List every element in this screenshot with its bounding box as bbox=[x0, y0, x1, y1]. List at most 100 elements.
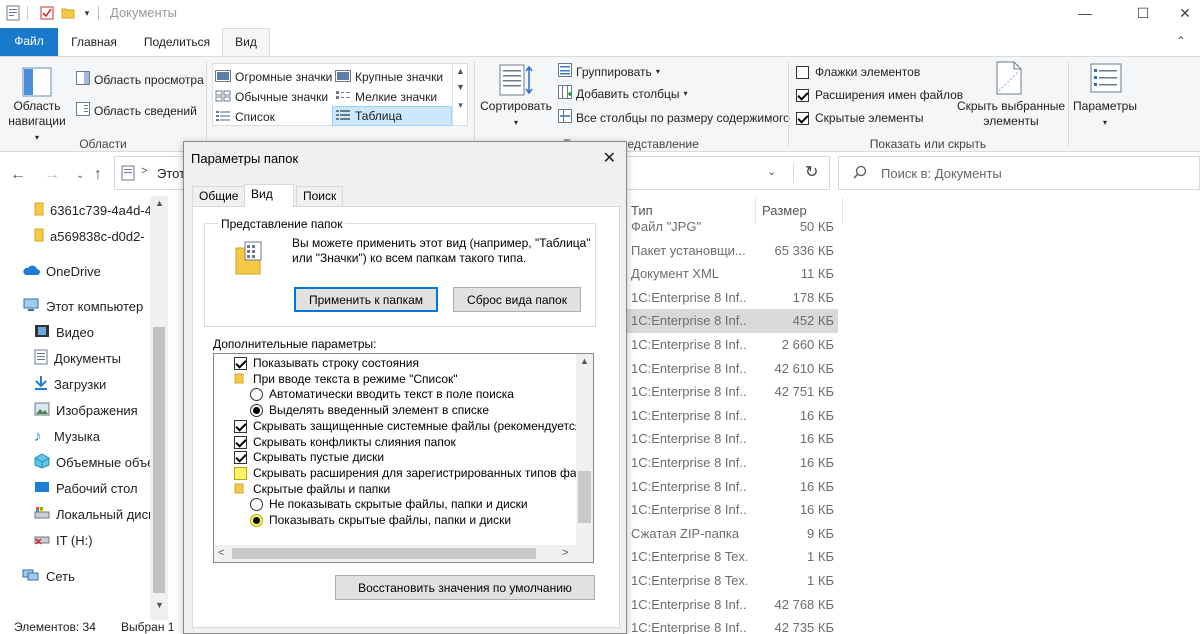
nav-item-video[interactable]: Видео bbox=[34, 320, 150, 344]
nav-item-this-pc[interactable]: Этот компьютер bbox=[22, 294, 150, 318]
setting-item[interactable]: Выделять введенный элемент в списке bbox=[250, 402, 489, 418]
scroll-thumb[interactable] bbox=[153, 327, 165, 593]
scroll-thumb[interactable] bbox=[232, 548, 536, 559]
restore-defaults-button[interactable]: Восстановить значения по умолчанию bbox=[335, 575, 595, 600]
setting-radio[interactable] bbox=[250, 387, 263, 401]
refresh-icon[interactable]: ↻ bbox=[805, 162, 818, 182]
tab-share[interactable]: Поделиться bbox=[138, 29, 216, 56]
advanced-horizontal-scrollbar[interactable]: < > bbox=[214, 545, 578, 562]
group-by-button[interactable]: Группировать ▾ bbox=[558, 63, 660, 80]
setting-item[interactable]: Не показывать скрытые файлы, папки и дис… bbox=[250, 496, 528, 512]
search-input[interactable]: Поиск в: Документы bbox=[838, 156, 1200, 190]
sort-button[interactable]: Сортировать ▾ bbox=[480, 99, 552, 130]
apply-to-folders-button[interactable]: Применить к папкам bbox=[294, 287, 438, 312]
hidden-items-checkbox[interactable] bbox=[796, 111, 809, 125]
setting-item[interactable]: Автоматически вводить текст в поле поиск… bbox=[250, 386, 514, 402]
nav-item-local-disk[interactable]: Локальный диск bbox=[34, 502, 150, 526]
file-row[interactable]: 1C:Enterprise 8 Inf... 16 КБ bbox=[626, 475, 838, 499]
item-checkboxes-checkbox[interactable] bbox=[796, 65, 809, 79]
hidden-items-toggle[interactable]: Скрытые элементы bbox=[796, 111, 924, 125]
setting-checkbox[interactable] bbox=[234, 356, 247, 370]
layout-list[interactable]: Список bbox=[213, 107, 333, 127]
properties-icon[interactable] bbox=[4, 3, 22, 23]
file-row[interactable]: 1C:Enterprise 8 Inf... 16 КБ bbox=[626, 427, 838, 451]
recent-chevron-icon[interactable]: ⌄ bbox=[76, 170, 84, 181]
setting-checkbox[interactable] bbox=[234, 466, 247, 480]
setting-item[interactable]: Показывать скрытые файлы, папки и диски bbox=[250, 512, 511, 528]
back-arrow-icon[interactable]: ← bbox=[10, 166, 26, 184]
item-checkboxes-toggle[interactable]: Флажки элементов bbox=[796, 65, 920, 79]
setting-item[interactable]: Скрывать защищенные системные файлы (рек… bbox=[234, 418, 585, 434]
reset-folders-button[interactable]: Сброс вида папок bbox=[453, 287, 581, 312]
scroll-up-icon[interactable]: ▲ bbox=[580, 356, 589, 366]
file-row[interactable]: 1C:Enterprise 8 Inf... 16 КБ bbox=[626, 404, 838, 428]
nav-item-music[interactable]: ♪ Музыка bbox=[34, 424, 150, 448]
setting-radio[interactable] bbox=[250, 497, 263, 511]
layout-large-icons[interactable]: Крупные значки bbox=[333, 67, 453, 87]
file-row[interactable]: 1C:Enterprise 8 Inf... 42 610 КБ bbox=[626, 357, 838, 381]
tab-view[interactable]: Вид bbox=[222, 28, 270, 57]
gallery-scroll[interactable]: ▲ ▼ ▾ bbox=[452, 63, 468, 126]
minimize-button[interactable]: — bbox=[1062, 0, 1108, 26]
hide-selected-button[interactable]: Скрыть выбранные элементы bbox=[956, 99, 1066, 129]
layout-details[interactable]: Таблица bbox=[332, 106, 452, 126]
setting-item[interactable]: Скрывать пустые диски bbox=[234, 449, 384, 465]
tab-home[interactable]: Главная bbox=[64, 29, 124, 56]
nav-item-network[interactable]: Сеть bbox=[22, 564, 150, 588]
layout-medium-icons[interactable]: Обычные значки bbox=[213, 87, 333, 107]
file-row[interactable]: Файл "JPG" 50 КБ bbox=[626, 215, 838, 239]
gallery-down-icon[interactable]: ▼ bbox=[453, 79, 468, 95]
preview-pane-button[interactable]: Область просмотра bbox=[76, 71, 204, 88]
address-dropdown-icon[interactable]: ⌄ bbox=[767, 165, 776, 178]
up-arrow-icon[interactable]: ↑ bbox=[94, 166, 102, 184]
file-row[interactable]: 1C:Enterprise 8 Inf... 2 660 КБ bbox=[626, 333, 838, 357]
setting-checkbox[interactable] bbox=[234, 435, 247, 449]
forward-arrow-icon[interactable]: → bbox=[44, 166, 60, 184]
nav-item-pictures[interactable]: Изображения bbox=[34, 398, 150, 422]
nav-item-folder-1[interactable]: 6361c739-4a4d-4 bbox=[34, 198, 150, 222]
close-window-button[interactable]: ✕ bbox=[1162, 0, 1200, 26]
tab-search[interactable]: Поиск bbox=[296, 186, 344, 206]
file-row[interactable]: 1C:Enterprise 8 Tex... 1 КБ bbox=[626, 569, 838, 593]
scroll-down-icon[interactable]: ▼ bbox=[155, 600, 164, 610]
customize-toolbar-icon[interactable]: ▾ bbox=[80, 3, 94, 23]
scroll-right-icon[interactable]: > bbox=[562, 547, 568, 559]
collapse-ribbon-icon[interactable]: ⌃ bbox=[1176, 34, 1186, 48]
nav-item-network-drive[interactable]: IT (H:) bbox=[34, 528, 150, 552]
nav-item-3d-objects[interactable]: Объемные объекты bbox=[34, 450, 150, 474]
scroll-up-icon[interactable]: ▲ bbox=[155, 198, 164, 208]
dialog-close-button[interactable]: ✕ bbox=[603, 148, 616, 168]
setting-item[interactable]: Скрывать расширения для зарегистрированн… bbox=[234, 465, 593, 481]
setting-item[interactable]: Скрывать конфликты слияния папок bbox=[234, 434, 456, 450]
fit-columns-button[interactable]: Все столбцы по размеру содержимого bbox=[558, 109, 790, 126]
nav-item-downloads[interactable]: Загрузки bbox=[34, 372, 150, 396]
setting-item[interactable]: Показывать строку состояния bbox=[234, 355, 419, 371]
layout-extra-large-icons[interactable]: Огромные значки bbox=[213, 67, 333, 87]
file-extensions-toggle[interactable]: Расширения имен файлов bbox=[796, 88, 963, 102]
file-row[interactable]: 1C:Enterprise 8 Inf... 42 751 КБ bbox=[626, 380, 838, 404]
file-row[interactable]: Документ XML 11 КБ bbox=[626, 262, 838, 286]
file-row[interactable]: Сжатая ZIP-папка 9 КБ bbox=[626, 522, 838, 546]
setting-radio[interactable] bbox=[250, 403, 263, 417]
add-columns-button[interactable]: Добавить столбцы ▾ bbox=[558, 85, 688, 102]
advanced-vertical-scrollbar[interactable]: ▲ bbox=[576, 354, 593, 545]
tab-file[interactable]: Файл bbox=[0, 28, 58, 56]
nav-item-onedrive[interactable]: OneDrive bbox=[22, 259, 150, 283]
file-row[interactable]: 1C:Enterprise 8 Inf... 452 КБ bbox=[626, 309, 838, 333]
tab-view[interactable]: Вид bbox=[244, 184, 294, 207]
scroll-left-icon[interactable]: < bbox=[218, 547, 224, 559]
layout-small-icons[interactable]: Мелкие значки bbox=[333, 87, 453, 107]
setting-radio[interactable] bbox=[250, 513, 263, 527]
file-row[interactable]: 1C:Enterprise 8 Inf... 16 КБ bbox=[626, 498, 838, 522]
nav-item-documents[interactable]: Документы bbox=[34, 346, 150, 370]
breadcrumb[interactable]: Этот bbox=[157, 166, 185, 181]
options-button[interactable]: Параметры ▾ bbox=[1072, 99, 1138, 130]
setting-checkbox[interactable] bbox=[234, 419, 247, 433]
folder-icon[interactable] bbox=[60, 3, 76, 23]
details-pane-button[interactable]: Область сведений bbox=[76, 102, 197, 119]
gallery-up-icon[interactable]: ▲ bbox=[453, 63, 468, 79]
nav-item-folder-2[interactable]: a569838c-d0d2- bbox=[34, 224, 150, 248]
file-row[interactable]: 1C:Enterprise 8 Inf... 178 КБ bbox=[626, 286, 838, 310]
nav-item-desktop[interactable]: Рабочий стол bbox=[34, 476, 150, 500]
navigation-scrollbar[interactable]: ▲ ▼ bbox=[150, 196, 168, 620]
